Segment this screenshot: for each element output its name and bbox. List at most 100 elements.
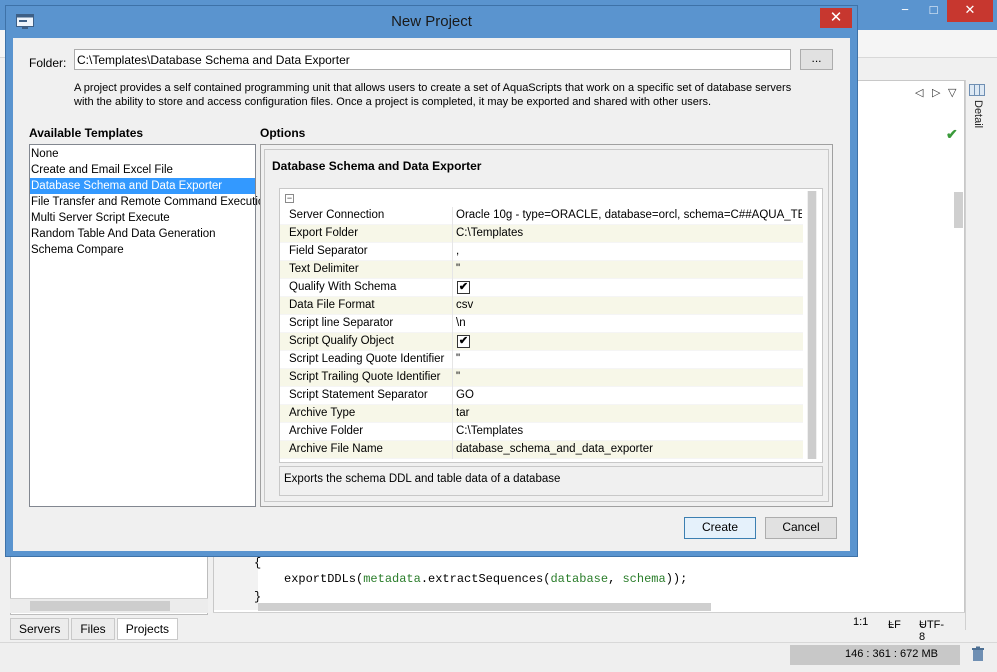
grid-icon[interactable] <box>969 84 985 96</box>
property-value[interactable]: C:\Templates <box>456 227 802 239</box>
property-row[interactable]: Archive File Name database_schema_and_dat… <box>280 441 803 459</box>
property-value[interactable]: , <box>456 245 802 257</box>
nav-right-icon[interactable]: ▷ <box>932 86 940 99</box>
property-value[interactable]: \n <box>456 317 802 329</box>
dialog-body: Folder: C:\Templates\Database Schema and… <box>13 38 850 551</box>
property-row[interactable]: Script line Separator \n <box>280 315 803 333</box>
property-value[interactable]: " <box>456 353 802 365</box>
template-item[interactable]: Random Table And Data Generation <box>30 226 255 242</box>
property-value[interactable]: GO <box>456 389 802 401</box>
new-project-dialog: New Project ✕ Folder: C:\Templates\Datab… <box>5 5 858 557</box>
property-row[interactable]: Archive Type tar <box>280 405 803 423</box>
column-divider <box>452 405 453 423</box>
property-row[interactable]: Qualify With Schema ✔ <box>280 279 803 297</box>
detail-side-panel <box>965 80 997 630</box>
template-item[interactable]: Schema Compare <box>30 242 255 258</box>
template-item[interactable]: None <box>30 146 255 162</box>
property-row[interactable]: Export Folder C:\Templates <box>280 225 803 243</box>
description-line: A project provides a self contained prog… <box>74 82 792 94</box>
trash-icon[interactable] <box>970 646 986 662</box>
editor-gutter <box>214 548 258 610</box>
dialog-title-bar[interactable]: New Project ✕ <box>6 6 857 38</box>
property-description: Exports the schema DDL and table data of… <box>279 466 823 496</box>
tab-files[interactable]: Files <box>71 618 115 640</box>
code-line: } <box>254 590 262 604</box>
property-name: Qualify With Schema <box>289 281 397 293</box>
property-name: Script Trailing Quote Identifier <box>289 371 441 383</box>
template-item-selected[interactable]: Database Schema and Data Exporter <box>30 178 255 194</box>
options-inner-panel: Database Schema and Data Exporter − Serv… <box>264 149 829 502</box>
dialog-close-button[interactable]: ✕ <box>820 8 852 28</box>
property-name: Data File Format <box>289 299 375 311</box>
column-divider <box>452 441 453 459</box>
property-row[interactable]: Script Qualify Object ✔ <box>280 333 803 351</box>
window-close-button[interactable]: ✕ <box>947 0 993 22</box>
folder-label: Folder: <box>29 56 67 70</box>
detail-tab[interactable]: Detail <box>972 100 984 128</box>
property-value[interactable]: " <box>456 263 802 275</box>
editor-horizontal-scrollbar[interactable] <box>258 603 711 611</box>
property-row[interactable]: Script Statement Separator GO <box>280 387 803 405</box>
template-item[interactable]: Multi Server Script Execute <box>30 210 255 226</box>
property-row[interactable]: Script Leading Quote Identifier " <box>280 351 803 369</box>
property-name: Script Leading Quote Identifier <box>289 353 445 365</box>
property-row[interactable]: Field Separator, <box>280 243 803 261</box>
property-grid: − Server Connection Oracle 10g - type=ORA… <box>279 188 823 463</box>
template-item[interactable]: File Transfer and Remote Command Executi… <box>30 194 271 210</box>
folder-input[interactable]: C:\Templates\Database Schema and Data Ex… <box>74 49 791 70</box>
property-row[interactable]: Archive Folder C:\Templates <box>280 423 803 441</box>
code-line: { <box>254 556 262 570</box>
column-divider <box>452 207 453 225</box>
property-name: Archive File Name <box>289 443 383 455</box>
tab-projects[interactable]: Projects <box>116 618 179 640</box>
property-name: Script Qualify Object <box>289 335 394 347</box>
options-header: Options <box>260 126 306 140</box>
browse-folder-button[interactable]: ... <box>800 49 833 70</box>
column-divider <box>452 225 453 243</box>
property-value[interactable]: database_schema_and_data_exporter <box>456 443 802 455</box>
minimize-button[interactable]: − <box>890 0 920 22</box>
code-token: .extractSequences( <box>420 572 551 586</box>
property-value[interactable]: " <box>456 371 802 383</box>
cancel-button[interactable]: Cancel <box>765 517 837 539</box>
property-row[interactable]: Text Delimiter " <box>280 261 803 279</box>
memory-indicator: 146 : 361 : 672 MB <box>790 645 960 665</box>
code-token: metadata <box>363 572 421 586</box>
property-name: Archive Type <box>289 407 356 419</box>
left-panel-scrollbar[interactable] <box>10 598 208 613</box>
column-divider <box>452 369 453 387</box>
maximize-button[interactable]: □ <box>920 0 947 22</box>
code-token: )); <box>665 572 688 586</box>
column-divider <box>452 243 453 261</box>
property-grid-scrollbar[interactable] <box>807 191 817 459</box>
nav-left-icon[interactable]: ◁ <box>915 86 923 99</box>
collapse-icon[interactable]: − <box>285 194 294 203</box>
property-value[interactable]: csv <box>456 299 802 311</box>
property-value[interactable]: tar <box>456 407 802 419</box>
scroll-thumb[interactable] <box>30 601 170 611</box>
property-row[interactable]: Script Trailing Quote Identifier " <box>280 369 803 387</box>
property-checkbox[interactable]: ✔ <box>457 281 470 294</box>
property-row[interactable]: Data File Format csv <box>280 297 803 315</box>
dialog-title: New Project <box>391 13 472 30</box>
property-name: Export Folder <box>289 227 359 239</box>
dialog-description: A project provides a self contained prog… <box>74 81 814 109</box>
property-name: Archive Folder <box>289 425 364 437</box>
property-name: Server Connection <box>289 209 385 221</box>
property-value[interactable]: C:\Templates <box>456 425 802 437</box>
column-divider <box>452 261 453 279</box>
column-divider <box>452 297 453 315</box>
column-divider <box>452 333 453 351</box>
editor-status-bar: 1:1 LF ÷ UTF-8 ÷ <box>213 612 965 643</box>
property-checkbox[interactable]: ✔ <box>457 335 470 348</box>
nav-dropdown-icon[interactable]: ▽ <box>948 86 956 99</box>
scroll-thumb[interactable] <box>808 191 816 459</box>
property-row[interactable]: Server Connection Oracle 10g - type=ORACL… <box>280 207 803 225</box>
editor-vertical-scrollbar[interactable] <box>954 192 963 228</box>
property-value[interactable]: Oracle 10g - type=ORACLE, database=orcl,… <box>456 209 802 221</box>
property-name: Script line Separator <box>289 317 394 329</box>
tab-servers[interactable]: Servers <box>10 618 70 640</box>
options-panel: Database Schema and Data Exporter − Serv… <box>260 144 833 507</box>
template-item[interactable]: Create and Email Excel File <box>30 162 255 178</box>
create-button[interactable]: Create <box>684 517 756 539</box>
